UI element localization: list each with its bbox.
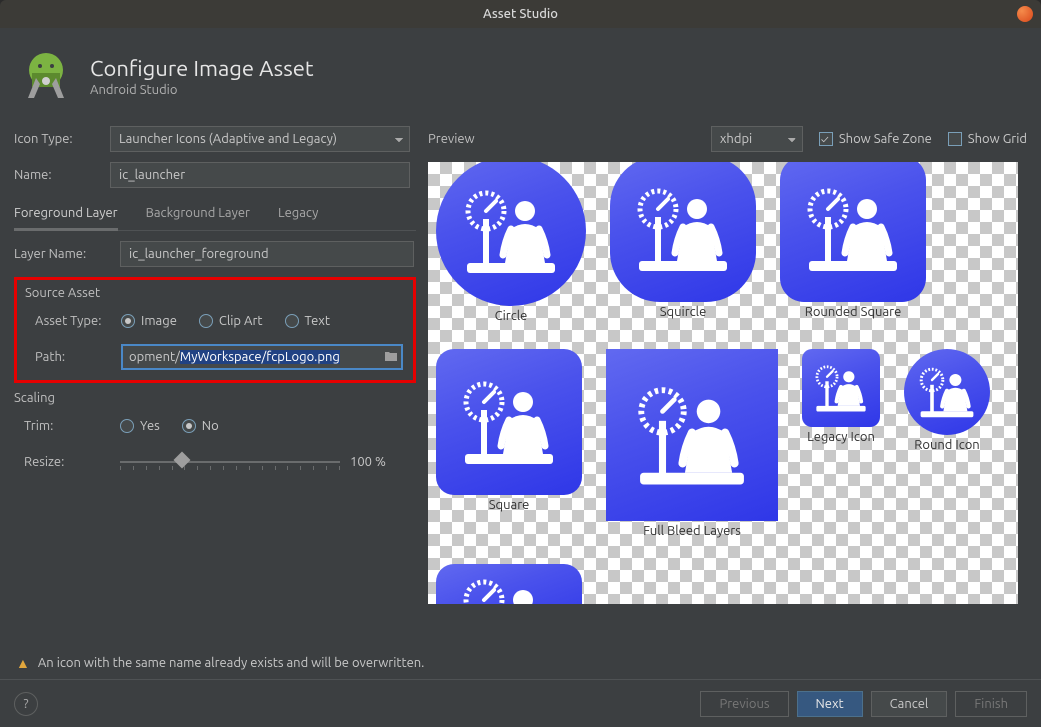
layer-tabs: Foreground Layer Background Layer Legacy bbox=[14, 198, 416, 231]
finish-button[interactable]: Finish bbox=[955, 691, 1027, 717]
close-button[interactable] bbox=[1017, 6, 1033, 22]
source-asset-title: Source Asset bbox=[25, 286, 405, 300]
path-input[interactable]: opment/MyWorkspace/fcpLogo.png bbox=[121, 344, 403, 370]
warning-message: ▲ An icon with the same name already exi… bbox=[16, 655, 424, 671]
preview-rounded-square: Rounded Square bbox=[780, 162, 926, 323]
path-label: Path: bbox=[25, 350, 121, 364]
preview-squircle: Squircle bbox=[610, 162, 756, 323]
show-grid-checkbox[interactable]: Show Grid bbox=[948, 132, 1027, 146]
density-select[interactable]: xhdpi bbox=[711, 126, 803, 152]
tab-legacy[interactable]: Legacy bbox=[278, 200, 318, 230]
browse-folder-icon[interactable] bbox=[381, 348, 401, 366]
asset-type-label: Asset Type: bbox=[25, 314, 121, 328]
dialog-header: Configure Image Asset Android Studio bbox=[0, 28, 1041, 126]
preview-square: Square bbox=[436, 349, 582, 538]
preview-full-bleed: Full Bleed Layers bbox=[606, 349, 778, 538]
trim-no-radio[interactable]: No bbox=[182, 419, 219, 433]
preview-circle: Circle bbox=[436, 162, 586, 323]
resize-label: Resize: bbox=[14, 455, 120, 469]
previous-button[interactable]: Previous bbox=[700, 691, 788, 717]
tab-background-layer[interactable]: Background Layer bbox=[146, 200, 250, 230]
layer-name-label: Layer Name: bbox=[14, 247, 120, 261]
resize-slider[interactable] bbox=[120, 452, 340, 472]
next-button[interactable]: Next bbox=[797, 691, 863, 717]
source-asset-highlight: Source Asset Asset Type: Image Clip Art … bbox=[14, 277, 416, 383]
preview-canvas: Circle Squircle Rounded Square Square bbox=[428, 162, 1018, 604]
preview-extra bbox=[436, 564, 582, 604]
asset-type-image-radio[interactable]: Image bbox=[121, 314, 177, 328]
page-subtitle: Android Studio bbox=[90, 83, 314, 97]
layer-name-input[interactable] bbox=[120, 241, 414, 267]
preview-round-icon: Round Icon bbox=[904, 349, 990, 538]
name-input[interactable] bbox=[110, 162, 410, 188]
tab-foreground-layer[interactable]: Foreground Layer bbox=[14, 200, 118, 231]
resize-value: 100 % bbox=[350, 455, 386, 469]
icon-type-label: Icon Type: bbox=[14, 132, 110, 146]
preview-legacy-icon: Legacy Icon bbox=[802, 349, 880, 538]
trim-yes-radio[interactable]: Yes bbox=[120, 419, 160, 433]
dialog-footer: ? Previous Next Cancel Finish bbox=[0, 679, 1041, 727]
show-safe-zone-checkbox[interactable]: Show Safe Zone bbox=[819, 132, 932, 146]
name-label: Name: bbox=[14, 168, 110, 182]
trim-label: Trim: bbox=[14, 419, 120, 433]
window-title: Asset Studio bbox=[483, 7, 558, 21]
dialog-body: Configure Image Asset Android Studio Ico… bbox=[0, 28, 1041, 727]
page-title: Configure Image Asset bbox=[90, 56, 314, 81]
preview-label: Preview bbox=[428, 132, 695, 146]
scaling-title: Scaling bbox=[14, 391, 416, 405]
warning-icon: ▲ bbox=[16, 655, 30, 671]
asset-type-text-radio[interactable]: Text bbox=[285, 314, 330, 328]
cancel-button[interactable]: Cancel bbox=[871, 691, 948, 717]
titlebar: Asset Studio bbox=[0, 0, 1041, 28]
asset-type-clipart-radio[interactable]: Clip Art bbox=[199, 314, 263, 328]
icon-type-select[interactable]: Launcher Icons (Adaptive and Legacy) bbox=[110, 126, 410, 152]
android-studio-logo-icon bbox=[18, 48, 74, 104]
help-button[interactable]: ? bbox=[14, 692, 38, 716]
